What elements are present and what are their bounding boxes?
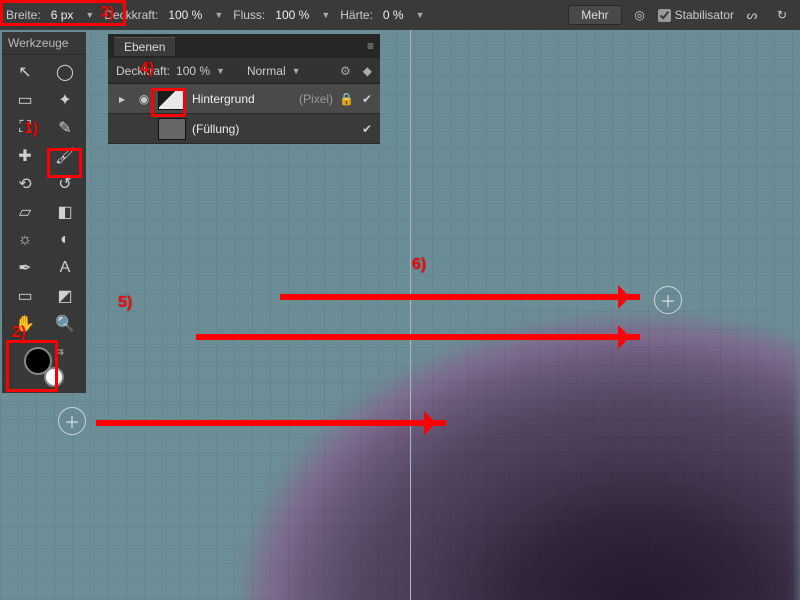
more-button[interactable]: Mehr <box>568 5 621 25</box>
gradient-tool[interactable]: ◧ <box>46 199 84 225</box>
visibility-icon[interactable]: ◉ <box>136 92 152 106</box>
wand-tool[interactable]: ✦ <box>46 87 84 113</box>
annotation-arrow <box>96 420 446 426</box>
stabilizer-toggle[interactable]: Stabilisator <box>658 8 734 22</box>
history-brush[interactable]: ↺ <box>46 171 84 197</box>
brush-cursor-icon: ＋ <box>58 407 86 435</box>
checkbox-icon[interactable]: ✔ <box>360 122 374 136</box>
annotation-label-5: 5) <box>118 294 132 312</box>
swap-colors-icon[interactable]: ⇆ <box>55 345 64 358</box>
pen-tool[interactable]: ✒ <box>6 255 44 281</box>
target-icon[interactable]: ◎ <box>628 5 652 25</box>
chevron-down-icon[interactable]: ▼ <box>212 10 227 20</box>
lasso-tool[interactable]: ◯ <box>46 59 84 85</box>
text-tool[interactable]: A <box>46 255 84 281</box>
blend-mode-select[interactable]: Normal <box>247 64 286 78</box>
chevron-down-icon[interactable]: ▼ <box>414 10 429 20</box>
brush-flow-value[interactable]: 100 % <box>271 8 313 22</box>
path-tool[interactable]: ◩ <box>46 283 84 309</box>
layer-thumbnail[interactable] <box>158 88 186 110</box>
layer-row-fullung[interactable]: (Füllung) ✔ <box>108 114 380 144</box>
annotation-label-6: 6) <box>412 256 426 274</box>
annotation-label-1: 1) <box>24 120 38 138</box>
burn-tool[interactable]: ☼ <box>6 227 44 253</box>
shape-tool[interactable]: ▭ <box>6 283 44 309</box>
layer-name[interactable]: (Füllung) <box>192 122 270 136</box>
foreground-color-swatch[interactable] <box>24 347 52 375</box>
lock-icon[interactable]: 🔒 <box>339 92 354 106</box>
layer-type: (Pixel) <box>299 92 333 106</box>
brush-width-value[interactable]: 6 px <box>47 8 78 22</box>
stabilizer-label: Stabilisator <box>675 8 734 22</box>
brush-cursor-icon: ＋ <box>654 286 682 314</box>
split-view-divider[interactable] <box>410 30 411 600</box>
annotation-label-2: 2) <box>12 324 26 342</box>
gear-icon[interactable]: ⚙ <box>340 64 351 78</box>
layer-thumbnail[interactable] <box>158 118 186 140</box>
chevron-down-icon[interactable]: ▼ <box>319 10 334 20</box>
chevron-down-icon[interactable]: ▼ <box>292 66 301 76</box>
move-tool[interactable]: ↖ <box>6 59 44 85</box>
brush-opacity-value[interactable]: 100 % <box>164 8 206 22</box>
fx-icon[interactable]: ◆ <box>357 64 372 78</box>
eraser-tool[interactable]: ▱ <box>6 199 44 225</box>
checkbox-icon[interactable]: ✔ <box>360 92 374 106</box>
layers-tab[interactable]: Ebenen <box>114 37 175 56</box>
clone-tool[interactable]: ⟲ <box>6 171 44 197</box>
brush-width-label: Breite: <box>6 8 41 22</box>
reset-icon[interactable]: ↻ <box>770 5 794 25</box>
tools-panel-title: Werkzeuge <box>2 32 86 55</box>
brush-flow-label: Fluss: <box>233 8 265 22</box>
layers-panel: Ebenen ≡ Deckkraft: 100 % ▼ Normal ▼ ⚙ ◆… <box>108 34 380 144</box>
expand-icon[interactable]: ▸ <box>114 92 130 106</box>
layer-row-hintergrund[interactable]: ▸ ◉ Hintergrund (Pixel) 🔒 ✔ <box>108 84 380 114</box>
annotation-arrow <box>280 294 640 300</box>
brush-options-bar: Breite: 6 px ▼ Deckkraft: 100 % ▼ Fluss:… <box>0 0 800 30</box>
brush-tool[interactable]: 🖌 <box>46 143 84 169</box>
eyedropper-tool[interactable]: ✎ <box>46 115 84 141</box>
brush-hardness-label: Härte: <box>340 8 373 22</box>
color-wells[interactable]: ⇆ <box>22 345 66 389</box>
heal-tool[interactable]: ✚ <box>6 143 44 169</box>
rope-icon[interactable]: ᔕ <box>740 5 764 25</box>
annotation-arrow <box>196 334 640 340</box>
annotation-label-4: 4) <box>140 60 154 78</box>
layer-opacity-value[interactable]: 100 % <box>176 64 210 78</box>
chevron-down-icon[interactable]: ▼ <box>216 66 225 76</box>
chevron-down-icon[interactable]: ▼ <box>83 10 98 20</box>
image-content <box>0 150 800 600</box>
annotation-label-3: 3) <box>100 4 114 22</box>
layer-name[interactable]: Hintergrund <box>192 92 293 106</box>
panel-menu-icon[interactable]: ≡ <box>367 39 374 53</box>
brush-hardness-value[interactable]: 0 % <box>379 8 408 22</box>
zoom-tool[interactable]: 🔍 <box>46 311 84 337</box>
dodge-tool[interactable]: ◐ <box>46 227 84 253</box>
stabilizer-checkbox[interactable] <box>658 9 671 22</box>
marquee-tool[interactable]: ▭ <box>6 87 44 113</box>
